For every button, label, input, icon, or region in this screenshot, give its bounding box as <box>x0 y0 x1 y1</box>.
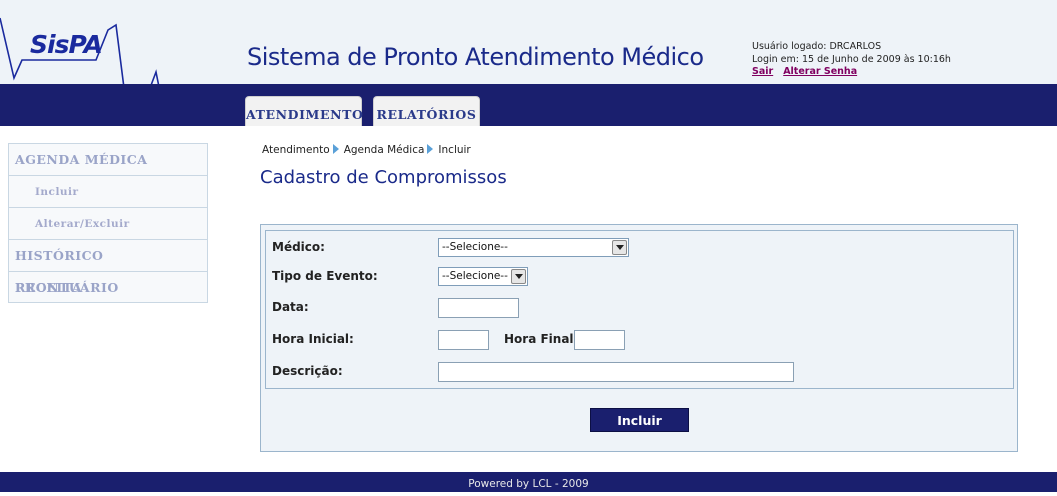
sidebar: AGENDA MÉDICA Incluir Alterar/Excluir HI… <box>8 143 208 303</box>
hora-final-input[interactable] <box>574 330 625 350</box>
hora-final-label: Hora Final: <box>504 332 579 346</box>
tipo-evento-select[interactable]: --Selecione-- <box>438 267 528 286</box>
incluir-button[interactable]: Incluir <box>590 408 689 432</box>
descricao-input[interactable] <box>438 362 794 382</box>
sidebar-item-incluir[interactable]: Incluir <box>8 175 208 207</box>
sidebar-item-agenda-medica[interactable]: AGENDA MÉDICA <box>8 143 208 175</box>
footer: Powered by LCL - 2009 <box>0 472 1057 492</box>
tipo-evento-label: Tipo de Evento: <box>272 269 378 283</box>
chevron-down-icon[interactable] <box>612 240 627 255</box>
breadcrumb-arrow-icon <box>427 144 434 154</box>
page-title: Cadastro de Compromissos <box>260 167 507 188</box>
logout-link[interactable]: Sair <box>752 66 773 77</box>
logged-user: Usuário logado: DRCARLOS <box>752 41 882 52</box>
sidebar-item-historico-prontuario[interactable]: HISTÓRICO PRONTUÁRIO <box>8 239 208 295</box>
breadcrumb-item: Incluir <box>438 144 471 156</box>
tab-atendimento[interactable]: ATENDIMENTO <box>245 96 363 126</box>
tab-relatorios[interactable]: RELATÓRIOS <box>373 96 480 126</box>
breadcrumb-item[interactable]: Atendimento <box>262 144 330 156</box>
change-password-link[interactable]: Alterar Senha <box>783 66 857 77</box>
system-title: Sistema de Pronto Atendimento Médico <box>247 43 704 71</box>
breadcrumb: Atendimento Agenda Médica Incluir <box>262 144 471 156</box>
descricao-label: Descrição: <box>272 364 343 378</box>
hora-inicial-input[interactable] <box>438 330 489 350</box>
sidebar-item-alterar-excluir[interactable]: Alterar/Excluir <box>8 207 208 239</box>
login-time: Login em: 15 de Junho de 2009 às 10:16h <box>752 53 951 65</box>
chevron-down-icon[interactable] <box>511 269 526 284</box>
breadcrumb-arrow-icon <box>332 144 339 154</box>
hora-inicial-label: Hora Inicial: <box>272 332 354 346</box>
data-label: Data: <box>272 300 309 314</box>
data-input[interactable] <box>438 298 519 318</box>
navbar <box>0 84 1057 126</box>
medico-select-value: --Selecione-- <box>442 241 508 253</box>
breadcrumb-item[interactable]: Agenda Médica <box>344 144 425 156</box>
logo-text: SisPA <box>30 30 103 59</box>
tipo-evento-select-value: --Selecione-- <box>442 270 508 282</box>
medico-label: Médico: <box>272 240 325 254</box>
user-info: Usuário logado: DRCARLOS Login em: 15 de… <box>752 41 951 79</box>
medico-select[interactable]: --Selecione-- <box>438 238 629 257</box>
